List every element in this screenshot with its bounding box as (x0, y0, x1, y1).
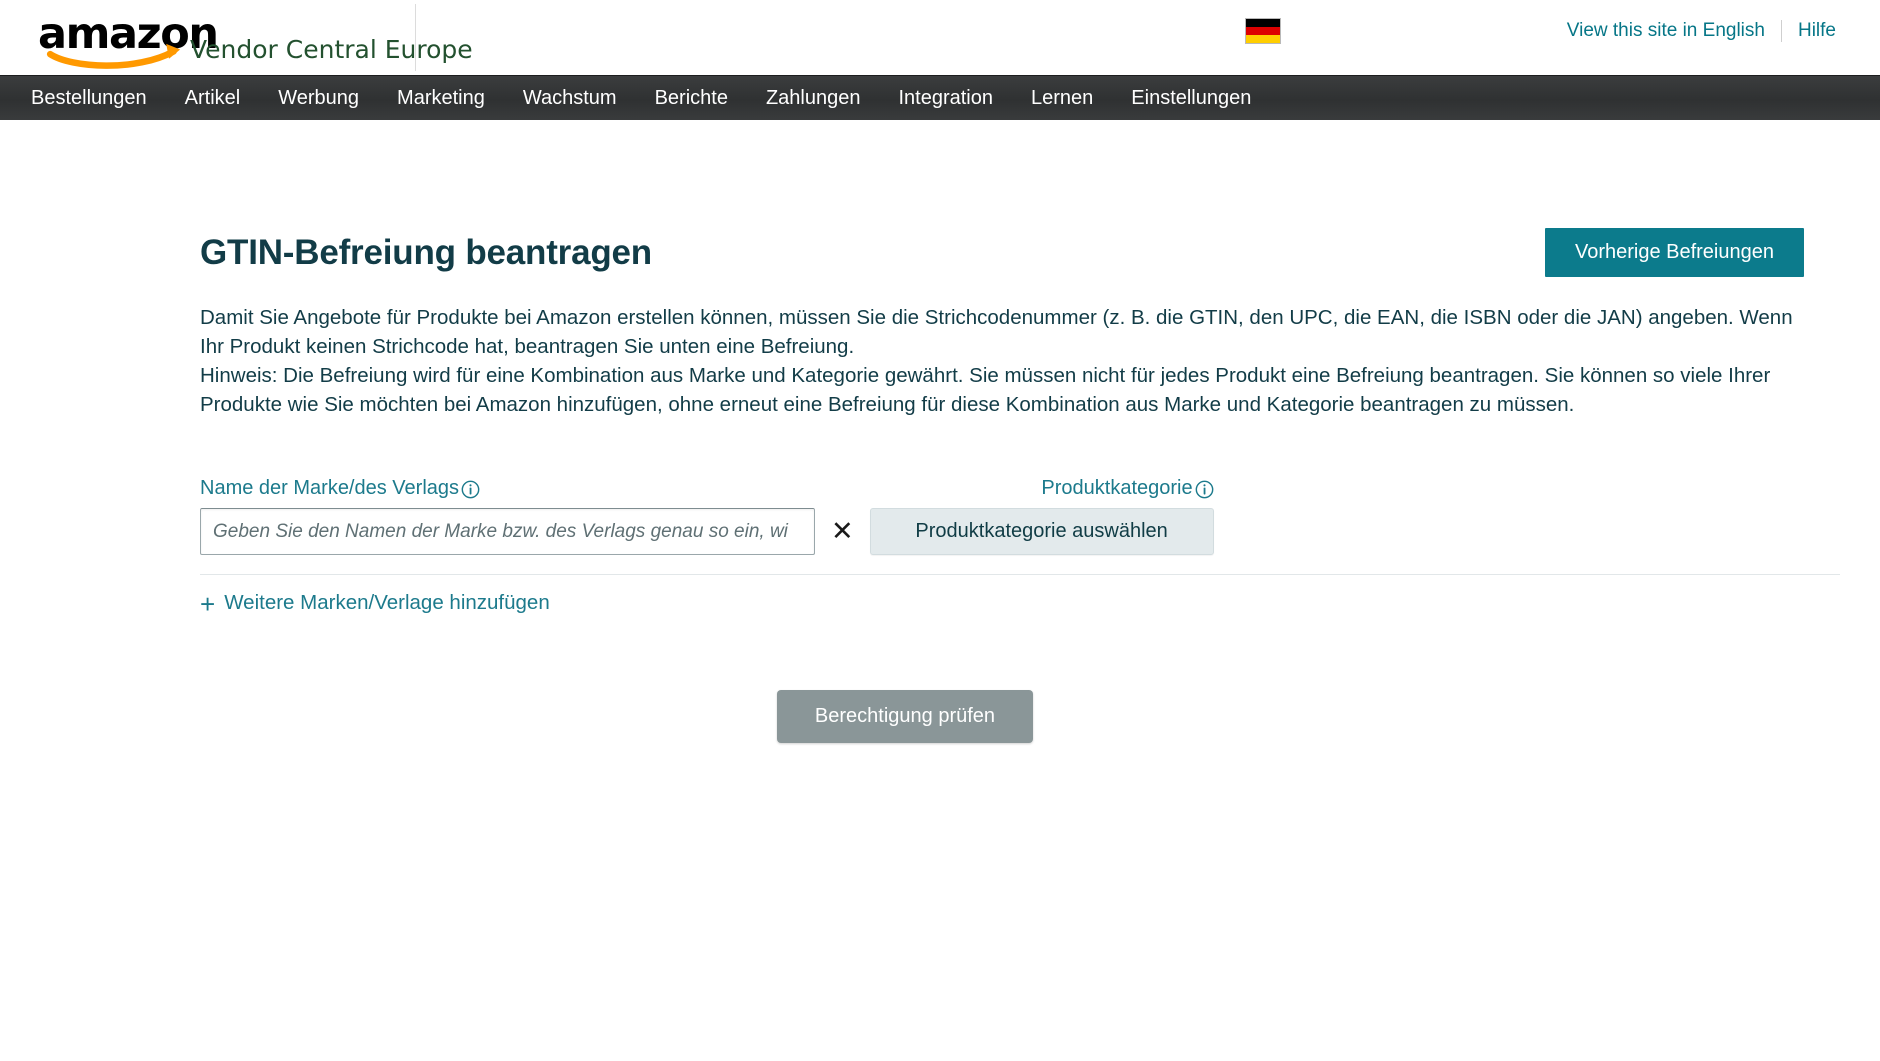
header-divider (415, 4, 416, 71)
site-header: amazon Vendor Central Europe View this s… (0, 0, 1880, 75)
view-in-english-link[interactable]: View this site in English (1551, 18, 1781, 44)
info-circle-icon[interactable] (461, 480, 480, 499)
intro-text: Damit Sie Angebote für Produkte bei Amaz… (200, 303, 1820, 419)
category-field-label: Produktkategorie (1041, 477, 1193, 499)
main-content: GTIN-Befreiung beantragen Vorherige Befr… (0, 120, 1880, 743)
nav-item-lernen[interactable]: Lernen (1012, 76, 1112, 121)
page-title: GTIN-Befreiung beantragen (200, 232, 652, 272)
flag-stripe-black (1246, 19, 1280, 27)
nav-item-integration[interactable]: Integration (879, 76, 1012, 121)
flag-stripe-gold (1246, 35, 1280, 43)
nav-item-bestellungen[interactable]: Bestellungen (12, 76, 166, 121)
select-product-category-button[interactable]: Produktkategorie auswählen (869, 508, 1214, 555)
nav-item-berichte[interactable]: Berichte (636, 76, 747, 121)
category-field-label-wrap: Produktkategorie (870, 477, 1214, 500)
intro-paragraph-1: Damit Sie Angebote für Produkte bei Amaz… (200, 306, 1793, 358)
exemption-form: Name der Marke/des Verlags ✕ (200, 477, 1840, 743)
plus-icon: + (200, 589, 216, 619)
brand-field-label: Name der Marke/des Verlags (200, 477, 460, 499)
brand-name-input[interactable] (200, 508, 815, 555)
nav-item-wachstum[interactable]: Wachstum (504, 76, 636, 121)
nav-item-artikel[interactable]: Artikel (166, 76, 260, 121)
brand-category-row: Name der Marke/des Verlags ✕ (200, 477, 1840, 555)
amazon-logo: amazon Vendor Central Europe (38, 13, 473, 69)
previous-exemptions-button[interactable]: Vorherige Befreiungen (1544, 228, 1804, 277)
brand-field-label-wrap: Name der Marke/des Verlags (200, 477, 480, 500)
intro-paragraph-2: Hinweis: Die Befreiung wird für eine Kom… (200, 364, 1771, 416)
germany-flag-icon[interactable] (1245, 18, 1281, 44)
nav-item-einstellungen[interactable]: Einstellungen (1112, 76, 1270, 121)
header-links: View this site in English Hilfe (1551, 18, 1852, 44)
nav-item-zahlungen[interactable]: Zahlungen (747, 76, 880, 121)
amazon-swoosh-icon (46, 43, 181, 69)
check-eligibility-button[interactable]: Berechtigung prüfen (776, 690, 1034, 743)
main-navigation: Bestellungen Artikel Werbung Marketing W… (0, 75, 1880, 120)
nav-item-werbung[interactable]: Werbung (259, 76, 378, 121)
flag-stripe-red (1246, 27, 1280, 35)
info-circle-icon[interactable] (1195, 480, 1214, 499)
nav-item-marketing[interactable]: Marketing (378, 76, 504, 121)
add-more-brands-label: Weitere Marken/Verlage hinzufügen (224, 591, 550, 614)
submit-row: Berechtigung prüfen (200, 690, 1840, 743)
help-link[interactable]: Hilfe (1782, 18, 1852, 44)
brand-field-group: Name der Marke/des Verlags (200, 477, 815, 555)
vendor-central-subtitle: Vendor Central Europe (190, 35, 473, 64)
form-row-divider (200, 574, 1840, 575)
title-row: GTIN-Befreiung beantragen Vorherige Befr… (200, 120, 1840, 277)
brand-logo[interactable]: amazon Vendor Central Europe (0, 0, 473, 75)
content-container: GTIN-Befreiung beantragen Vorherige Befr… (0, 120, 1880, 743)
add-more-brands-button[interactable]: + Weitere Marken/Verlage hinzufügen (200, 589, 550, 619)
category-field-group: Produktkategorie Produktkategorie auswäh… (869, 477, 1214, 555)
close-x-icon[interactable]: ✕ (831, 518, 854, 545)
